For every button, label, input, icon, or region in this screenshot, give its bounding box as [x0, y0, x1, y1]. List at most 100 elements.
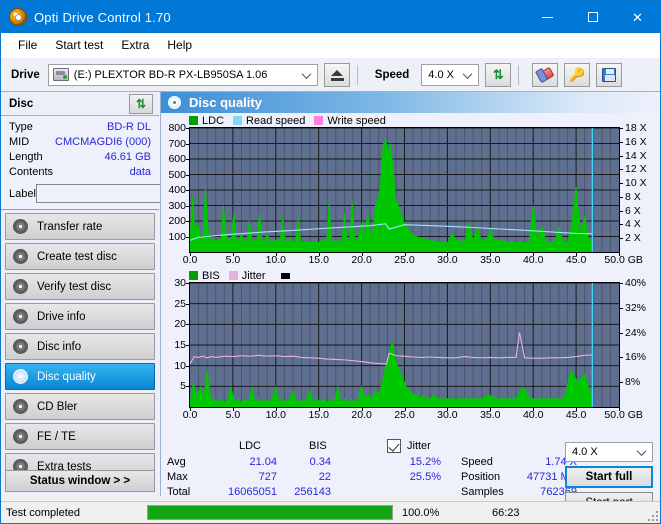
test-speed-select[interactable]: 4.0 X: [565, 442, 653, 462]
test-speed-value: 4.0 X: [572, 446, 598, 458]
disc-icon: [13, 219, 28, 234]
menu-item-extra[interactable]: Extra: [112, 35, 158, 55]
stats-max-ldc: 727: [258, 471, 277, 483]
sidebar-item-cd-bler[interactable]: CD Bler: [5, 393, 155, 420]
stats-row-label-max: Max: [167, 471, 188, 483]
chart-ldc-y2-axis: 2 X4 X6 X8 X 10 X 12 X 14 X 16 X 18 X: [620, 122, 660, 251]
disc-length-value: 46.61 GB: [104, 151, 151, 163]
sidebar-item-disc-quality[interactable]: Disc quality: [5, 363, 155, 390]
sidebar-item-transfer-rate[interactable]: Transfer rate: [5, 213, 155, 240]
x-tick: [190, 408, 191, 411]
y-tick-label: 100: [168, 230, 186, 243]
legend-swatch-ldc: [189, 116, 198, 125]
disc-header-label: Disc: [9, 97, 34, 110]
sidebar-item-label: Create test disc: [37, 250, 117, 263]
y2-tick-label: 32%: [625, 301, 647, 314]
stats-position-label: Position: [461, 471, 501, 483]
stats-avg-bis: 0.34: [309, 456, 331, 468]
minimize-icon: [542, 16, 553, 18]
erase-button[interactable]: [532, 62, 559, 87]
y-tick-label: 400: [168, 184, 186, 196]
y-tick-label: 300: [168, 199, 186, 212]
sidebar-item-create-test-disc[interactable]: Create test disc: [5, 243, 155, 270]
legend-swatch-write-speed: [314, 116, 324, 125]
disc-contents-label: Contents: [9, 166, 54, 178]
disc-icon: [13, 399, 28, 414]
menu-item-file[interactable]: File: [9, 35, 46, 55]
y2-tick-label: 6 X: [625, 204, 641, 217]
sidebar-nav: Transfer rate Create test disc Verify te…: [1, 210, 159, 480]
y2-tick-label: 2 X: [625, 232, 641, 245]
disc-info-row-contents: Contents data: [9, 165, 151, 180]
close-icon: ✕: [632, 9, 643, 25]
sidebar-item-label: Disc quality: [37, 370, 96, 383]
maximize-icon: [587, 12, 598, 22]
sidebar-item-drive-info[interactable]: Drive info: [5, 303, 155, 330]
y2-tick: [620, 210, 623, 212]
drive-select[interactable]: (E:) PLEXTOR BD-R PX-LB950SA 1.06: [47, 63, 318, 86]
y2-tick-label: 10 X: [625, 177, 647, 190]
y-tick-label: 700: [168, 137, 186, 150]
eraser-icon: [536, 66, 555, 83]
disc-type-value: BD-R DL: [106, 121, 151, 133]
jitter-checkbox[interactable]: [387, 439, 401, 453]
y-tick-label: 200: [168, 215, 186, 227]
y2-tick: [620, 169, 623, 171]
sidebar-item-verify-test-disc[interactable]: Verify test disc: [5, 273, 155, 300]
y2-tick: [620, 183, 623, 185]
status-text: Test completed: [6, 506, 80, 519]
stats-row-label-avg: Avg: [167, 456, 186, 468]
x-tick: [576, 253, 578, 256]
disc-contents-value: data: [129, 166, 151, 178]
legend-marker-icon: [280, 272, 290, 279]
refresh-button[interactable]: ⇅: [485, 62, 512, 87]
sidebar-item-disc-info[interactable]: Disc info: [5, 333, 155, 360]
legend-label-jitter: Jitter: [241, 269, 266, 282]
disc-refresh-button[interactable]: ⇅: [129, 94, 153, 114]
disc-mid-value: CMCMAGDI6 (000): [55, 136, 151, 148]
eject-button[interactable]: [323, 62, 350, 87]
chart-bis-plot[interactable]: [189, 282, 620, 408]
status-window-button[interactable]: Status window > >: [5, 470, 155, 492]
resize-grip-icon: [647, 510, 658, 521]
y-tick-label: 10: [174, 359, 186, 372]
chart-ldc: LDC Read speed Write speed 100 200 300 400 5…: [161, 113, 660, 268]
disc-type-label: Type: [9, 121, 33, 133]
eject-icon-bar: [330, 77, 344, 81]
menu-item-start-test[interactable]: Start test: [46, 35, 112, 55]
minimize-button[interactable]: [525, 1, 570, 33]
speed-select[interactable]: 4.0 X: [421, 63, 480, 86]
y2-tick: [620, 155, 623, 157]
close-button[interactable]: ✕: [615, 1, 660, 33]
save-button[interactable]: [596, 62, 623, 87]
y2-tick: [620, 141, 623, 143]
chart-ldc-plot[interactable]: [189, 127, 620, 253]
x-tick: [232, 253, 234, 256]
keys-button[interactable]: 🔑: [564, 62, 591, 87]
maximize-button[interactable]: [570, 1, 615, 33]
chart-ldc-y-axis: 100 200 300 400 500 600 700 800: [161, 122, 189, 251]
x-tick: [533, 253, 535, 256]
y2-tick: [620, 128, 623, 129]
app-window: Opti Drive Control 1.70 ✕ File Start tes…: [0, 0, 661, 524]
stats-header-ldc: LDC: [239, 440, 262, 452]
sidebar-item-label: Drive info: [37, 310, 86, 323]
chevron-down-icon: [301, 68, 312, 79]
disc-icon: [13, 279, 28, 294]
stats-header-jitter: Jitter: [407, 440, 431, 452]
chevron-down-icon: [462, 68, 473, 79]
progress-percent: 100.0%: [402, 506, 440, 519]
x-tick: [576, 408, 578, 411]
stats-total-ldc: 16065051: [228, 486, 277, 498]
menu-item-help[interactable]: Help: [158, 35, 201, 55]
sidebar-item-fe-te[interactable]: FE / TE: [5, 423, 155, 450]
disc-header: Disc ⇅: [1, 92, 159, 116]
legend-label-ldc: LDC: [202, 114, 225, 127]
x-tick: [447, 253, 449, 256]
start-full-button[interactable]: Start full: [565, 466, 653, 488]
toolbar-divider-1: [356, 64, 358, 85]
sidebar-item-label: FE / TE: [37, 430, 76, 443]
refresh-icon: ⇅: [135, 97, 147, 111]
y2-tick: [620, 357, 623, 359]
stats-samples-label: Samples: [461, 486, 504, 498]
